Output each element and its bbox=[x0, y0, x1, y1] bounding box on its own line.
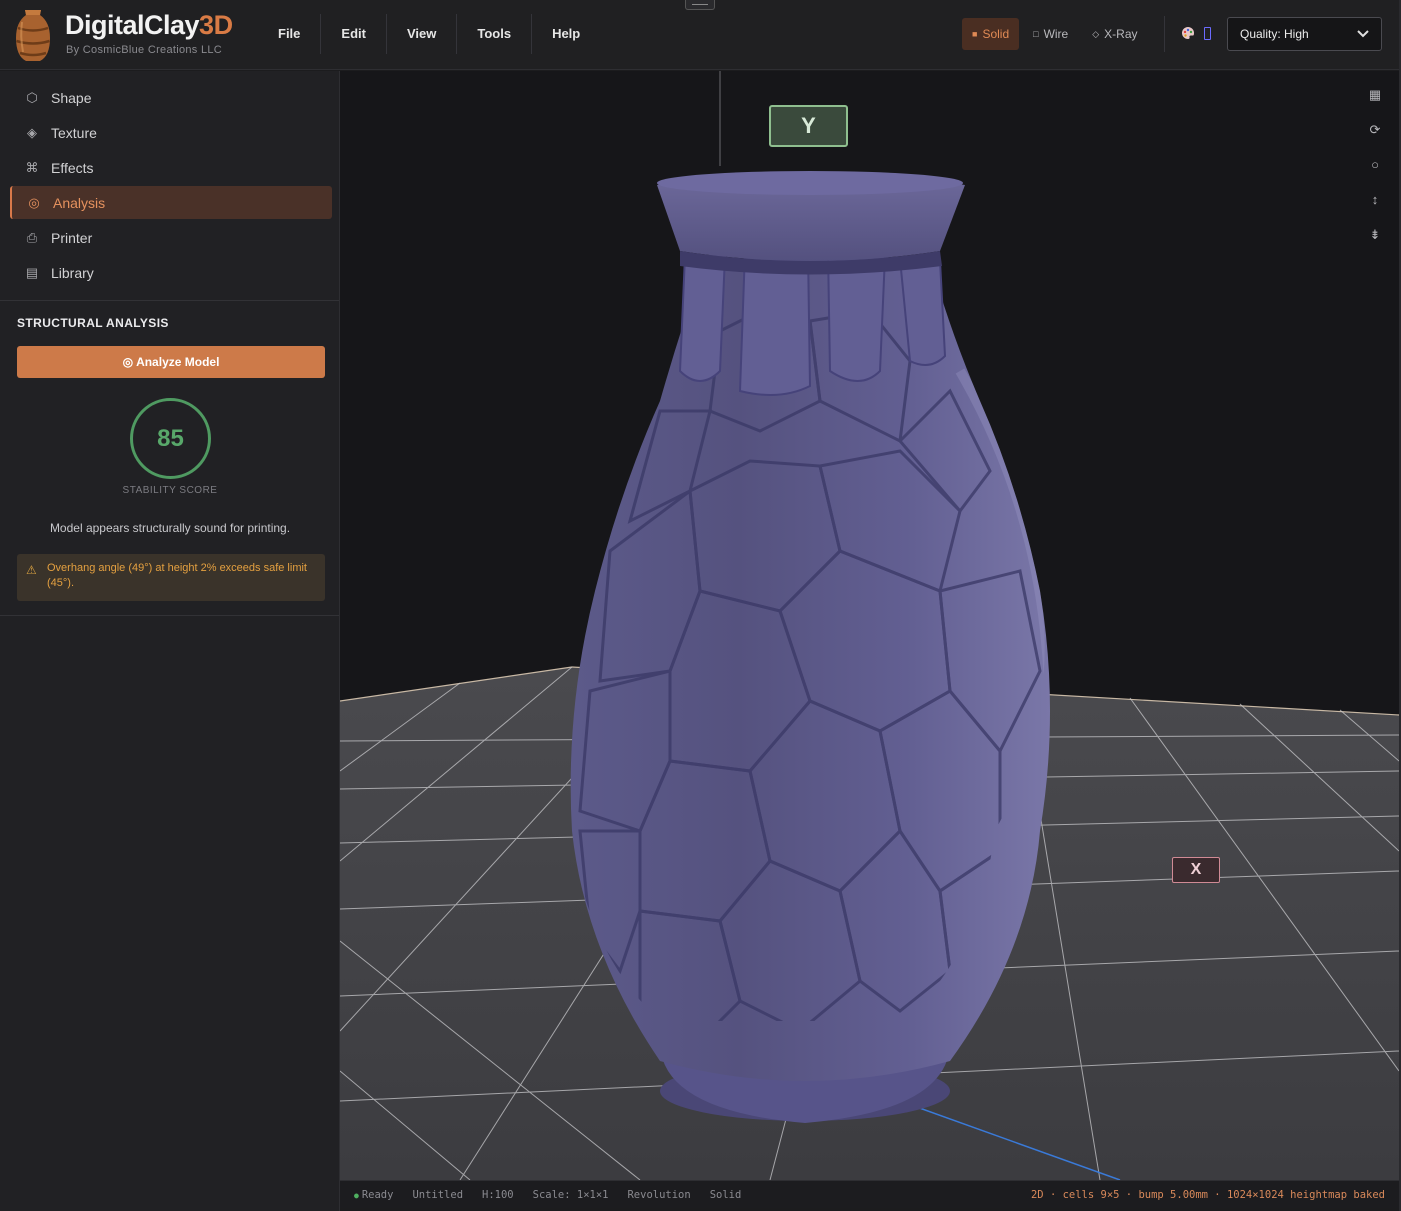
sidebar-nav: ⬡ Shape ◈ Texture ⌘ Effects ◎ Analysis ⎙… bbox=[10, 81, 332, 291]
window-drag-handle[interactable] bbox=[685, 0, 715, 10]
sidebar-divider bbox=[0, 300, 339, 301]
viewport-toolbar: ▦ ⟳ ○ ↕ ⇟ bbox=[1365, 85, 1385, 245]
palette-icon[interactable] bbox=[1181, 26, 1195, 40]
analyze-button-label: Analyze Model bbox=[136, 355, 220, 369]
app-subtitle: By CosmicBlue Creations LLC bbox=[66, 44, 223, 56]
sidebar-item-label: Shape bbox=[51, 89, 92, 106]
sidebar-item-label: Texture bbox=[51, 124, 97, 141]
grid-toggle-icon[interactable]: ▦ bbox=[1365, 85, 1385, 105]
analyze-model-button[interactable]: ◎ Analyze Model bbox=[17, 346, 325, 378]
stability-score-value: 85 bbox=[157, 424, 184, 452]
align-icon[interactable]: ⇟ bbox=[1365, 225, 1385, 245]
x-axis-label: X bbox=[1172, 857, 1220, 883]
warning-text: Overhang angle (49°) at height 2% exceed… bbox=[47, 562, 307, 589]
menu-tools[interactable]: Tools bbox=[457, 14, 533, 54]
wire-square-icon: □ bbox=[1033, 29, 1039, 39]
sphere-icon[interactable]: ○ bbox=[1365, 155, 1385, 175]
status-render: Solid bbox=[709, 1188, 742, 1201]
quality-value: Quality: High bbox=[1240, 27, 1309, 41]
sidebar-item-library[interactable]: ▤ Library bbox=[10, 256, 332, 289]
chevron-down-icon bbox=[1357, 30, 1369, 38]
xray-mode-button[interactable]: ◇ X-Ray bbox=[1082, 18, 1147, 50]
status-texture-info: 2D · cells 9×5 · bump 5.00mm · 1024×1024… bbox=[1030, 1188, 1385, 1201]
sidebar-item-label: Analysis bbox=[53, 194, 106, 211]
sidebar-item-label: Effects bbox=[51, 159, 94, 176]
app-header: DigitalClay3D By CosmicBlue Creations LL… bbox=[0, 0, 1401, 70]
xray-diamond-icon: ◇ bbox=[1092, 28, 1100, 39]
solid-mode-label: Solid bbox=[982, 27, 1010, 41]
sidebar-item-analysis[interactable]: ◎ Analysis bbox=[10, 186, 332, 219]
app-title: DigitalClay3D bbox=[65, 10, 233, 40]
wire-mode-label: Wire bbox=[1043, 27, 1069, 41]
wire-mode-button[interactable]: □ Wire bbox=[1023, 18, 1078, 50]
xray-mode-label: X-Ray bbox=[1104, 27, 1138, 41]
target-icon: ◎ bbox=[122, 355, 134, 369]
vase-logo-icon bbox=[16, 10, 50, 61]
section-title: STRUCTURAL ANALYSIS bbox=[17, 316, 169, 330]
sidebar: ⬡ Shape ◈ Texture ⌘ Effects ◎ Analysis ⎙… bbox=[0, 71, 340, 1211]
scene-canvas bbox=[340, 71, 1399, 1180]
warning-icon: ⚠ bbox=[26, 563, 37, 577]
status-dot-icon: ● bbox=[354, 1190, 359, 1200]
analysis-message: Model appears structurally sound for pri… bbox=[49, 521, 291, 535]
vertical-arrows-icon[interactable]: ↕ bbox=[1365, 190, 1385, 210]
menu-file[interactable]: File bbox=[258, 14, 322, 54]
quality-select[interactable]: Quality: High bbox=[1227, 17, 1382, 51]
stability-score-ring: 85 bbox=[130, 398, 211, 479]
library-icon: ▤ bbox=[25, 264, 39, 280]
sidebar-item-label: Printer bbox=[51, 229, 93, 246]
status-ready: ● Ready bbox=[354, 1188, 394, 1201]
sidebar-item-printer[interactable]: ⎙ Printer bbox=[10, 221, 332, 254]
printer-icon: ⎙ bbox=[26, 229, 38, 245]
status-filename: Untitled bbox=[412, 1188, 464, 1201]
sidebar-item-effects[interactable]: ⌘ Effects bbox=[10, 151, 332, 184]
rotate-icon[interactable]: ⟳ bbox=[1365, 120, 1385, 140]
menu-bar: File Edit View Tools Help bbox=[258, 14, 600, 54]
solid-mode-button[interactable]: ■ Solid bbox=[962, 18, 1020, 50]
target-icon: ◎ bbox=[28, 194, 40, 210]
header-divider bbox=[1164, 16, 1165, 52]
status-scale: Scale: 1×1×1 bbox=[532, 1188, 609, 1201]
diamond-icon: ◈ bbox=[27, 124, 37, 140]
menu-edit[interactable]: Edit bbox=[321, 14, 387, 54]
y-axis-label: Y bbox=[769, 105, 848, 147]
solid-square-icon: ■ bbox=[972, 29, 978, 39]
sidebar-divider bbox=[0, 615, 339, 616]
menu-help[interactable]: Help bbox=[532, 14, 600, 54]
view-mode-group: ■ Solid □ Wire ◇ X-Ray bbox=[962, 18, 1148, 50]
status-bar: ● Ready Untitled H:100 Scale: 1×1×1 Revol… bbox=[340, 1180, 1399, 1208]
3d-viewport[interactable]: Y X ▦ ⟳ ○ ↕ ⇟ bbox=[340, 71, 1399, 1180]
command-icon: ⌘ bbox=[25, 159, 39, 175]
menu-view[interactable]: View bbox=[387, 14, 458, 54]
status-height: H:100 bbox=[482, 1188, 514, 1201]
theme-toggle-icon[interactable] bbox=[1204, 27, 1211, 40]
overhang-warning: ⚠ Overhang angle (49°) at height 2% exce… bbox=[17, 554, 325, 601]
status-mode: Revolution bbox=[627, 1188, 691, 1201]
sidebar-item-label: Library bbox=[51, 264, 94, 281]
hexagon-icon: ⬡ bbox=[26, 89, 38, 105]
sidebar-item-texture[interactable]: ◈ Texture bbox=[10, 116, 332, 149]
stability-score-label: STABILITY SCORE bbox=[122, 485, 218, 496]
sidebar-item-shape[interactable]: ⬡ Shape bbox=[10, 81, 332, 114]
